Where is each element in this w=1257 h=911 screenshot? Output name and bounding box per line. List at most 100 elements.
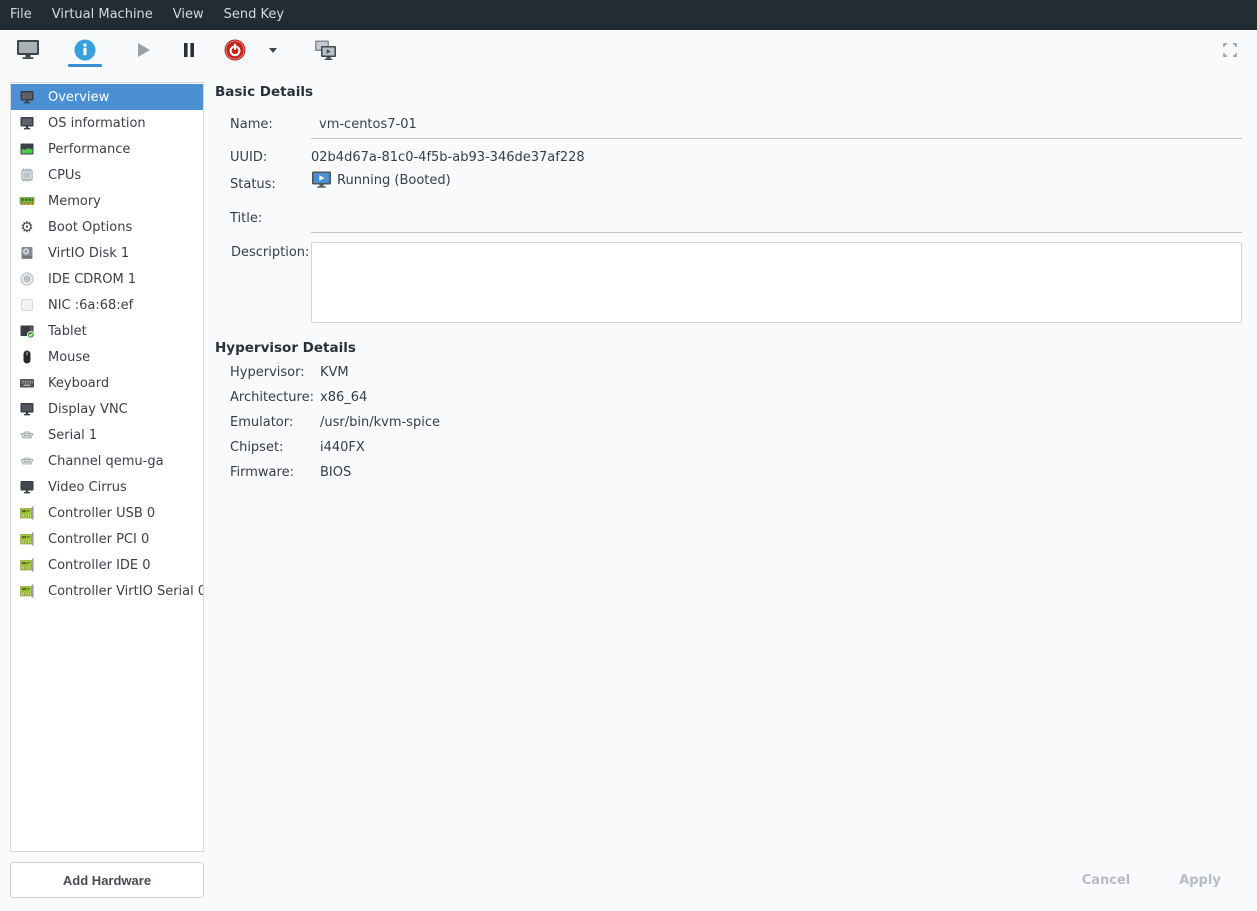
uuid-value: 02b4d67a-81c0-4f5b-ab93-346de37af228 xyxy=(311,150,585,165)
fullscreen-button[interactable] xyxy=(1215,36,1245,64)
firmware-row: Firmware: BIOS xyxy=(230,460,440,485)
hypervisor-details-rows: Hypervisor: KVM Architecture: x86_64 Emu… xyxy=(230,360,440,485)
add-hardware-button[interactable]: Add Hardware xyxy=(10,862,204,898)
sidebar-item-mouse[interactable]: Mouse xyxy=(11,344,203,370)
sidebar-item-label: Performance xyxy=(48,142,130,157)
name-input[interactable] xyxy=(311,111,1242,139)
title-input[interactable] xyxy=(311,205,1242,233)
tablet-check-icon xyxy=(19,323,35,339)
serial-port-icon xyxy=(19,453,35,469)
sidebar-item-ide-cdrom-1[interactable]: IDE CDROM 1 xyxy=(11,266,203,292)
cdrom-disc-icon xyxy=(19,271,35,287)
apply-button[interactable]: Apply xyxy=(1158,862,1242,898)
chipset-value: i440FX xyxy=(320,440,365,455)
sidebar-item-virtio-disk-1[interactable]: VirtIO Disk 1 xyxy=(11,240,203,266)
description-textarea[interactable] xyxy=(311,242,1242,323)
snapshots-button[interactable] xyxy=(308,32,344,68)
architecture-value: x86_64 xyxy=(320,390,367,405)
cpu-chip-icon xyxy=(19,167,35,183)
performance-chart-icon xyxy=(19,141,35,157)
menu-virtual-machine[interactable]: Virtual Machine xyxy=(42,0,163,30)
sidebar-item-controller-ide-0[interactable]: Controller IDE 0 xyxy=(11,552,203,578)
hardware-list: Overview OS information Performance CPUs… xyxy=(10,82,204,852)
sidebar-item-label: CPUs xyxy=(48,168,81,183)
console-button[interactable] xyxy=(10,32,46,68)
sidebar-item-label: Memory xyxy=(48,194,101,209)
controller-card-icon xyxy=(19,531,35,547)
shutdown-icon xyxy=(223,38,247,62)
sidebar-item-video-cirrus[interactable]: Video Cirrus xyxy=(11,474,203,500)
sidebar-item-serial-1[interactable]: Serial 1 xyxy=(11,422,203,448)
sidebar-item-os-information[interactable]: OS information xyxy=(11,110,203,136)
sidebar-item-tablet[interactable]: Tablet xyxy=(11,318,203,344)
sidebar-item-label: Boot Options xyxy=(48,220,132,235)
sidebar-item-channel-qemu-ga[interactable]: Channel qemu-ga xyxy=(11,448,203,474)
sidebar-item-boot-options[interactable]: ⚙ Boot Options xyxy=(11,214,203,240)
controller-card-icon xyxy=(19,557,35,573)
menu-file[interactable]: File xyxy=(10,0,42,30)
hypervisor-value: KVM xyxy=(320,365,349,380)
sidebar-item-label: Overview xyxy=(48,90,109,105)
run-button[interactable] xyxy=(125,32,161,68)
emulator-label: Emulator: xyxy=(230,415,320,430)
shutdown-button[interactable] xyxy=(217,32,253,68)
firmware-label: Firmware: xyxy=(230,465,320,480)
chipset-label: Chipset: xyxy=(230,440,320,455)
hypervisor-details-title: Hypervisor Details xyxy=(215,340,356,356)
cancel-button[interactable]: Cancel xyxy=(1064,862,1148,898)
keyboard-icon xyxy=(19,375,35,391)
hypervisor-row: Hypervisor: KVM xyxy=(230,360,440,385)
virt-manager-window: File Virtual Machine View Send Key xyxy=(0,0,1257,911)
controller-card-icon xyxy=(19,505,35,521)
sidebar-item-label: Channel qemu-ga xyxy=(48,454,164,469)
menu-view[interactable]: View xyxy=(163,0,214,30)
sidebar-item-controller-virtio-serial-0[interactable]: Controller VirtIO Serial 0 xyxy=(11,578,203,604)
basic-details-title: Basic Details xyxy=(215,84,313,100)
status-value: Running (Booted) xyxy=(337,173,451,188)
sidebar-item-overview[interactable]: Overview xyxy=(11,84,203,110)
sidebar-item-display-vnc[interactable]: Display VNC xyxy=(11,396,203,422)
sidebar-item-keyboard[interactable]: Keyboard xyxy=(11,370,203,396)
memory-ram-icon xyxy=(19,193,35,209)
monitor-icon xyxy=(19,89,35,105)
pause-icon xyxy=(177,38,201,62)
description-label: Description: xyxy=(231,245,309,260)
toolbar xyxy=(0,30,1257,70)
sidebar-item-controller-usb-0[interactable]: Controller USB 0 xyxy=(11,500,203,526)
sidebar-item-label: Controller USB 0 xyxy=(48,506,155,521)
sidebar-item-label: NIC :6a:68:ef xyxy=(48,298,133,313)
sidebar-item-cpus[interactable]: CPUs xyxy=(11,162,203,188)
sidebar-item-nic[interactable]: NIC :6a:68:ef xyxy=(11,292,203,318)
mouse-icon xyxy=(19,349,35,365)
pause-button[interactable] xyxy=(171,32,207,68)
sidebar-item-label: Controller VirtIO Serial 0 xyxy=(48,584,204,599)
running-monitor-icon xyxy=(311,171,332,189)
caret-down-icon xyxy=(266,43,280,57)
sidebar-item-label: Controller PCI 0 xyxy=(48,532,149,547)
hard-disk-icon xyxy=(19,245,35,261)
play-icon xyxy=(131,38,155,62)
sidebar-item-label: Display VNC xyxy=(48,402,128,417)
menu-send-key[interactable]: Send Key xyxy=(214,0,294,30)
emulator-row: Emulator: /usr/bin/kvm-spice xyxy=(230,410,440,435)
menubar: File Virtual Machine View Send Key xyxy=(0,0,1257,30)
sidebar-item-label: Video Cirrus xyxy=(48,480,127,495)
sidebar-item-memory[interactable]: Memory xyxy=(11,188,203,214)
sidebar-item-label: VirtIO Disk 1 xyxy=(48,246,129,261)
sidebar-item-label: Mouse xyxy=(48,350,90,365)
uuid-label: UUID: xyxy=(230,150,267,165)
name-label: Name: xyxy=(230,117,273,132)
fullscreen-icon xyxy=(1222,42,1238,58)
hypervisor-label: Hypervisor: xyxy=(230,365,320,380)
monitor-icon xyxy=(19,479,35,495)
sidebar-item-controller-pci-0[interactable]: Controller PCI 0 xyxy=(11,526,203,552)
sidebar-item-label: Tablet xyxy=(48,324,87,339)
details-button[interactable] xyxy=(67,32,103,68)
sidebar-item-performance[interactable]: Performance xyxy=(11,136,203,162)
shutdown-menu-button[interactable] xyxy=(264,32,282,68)
sidebar-item-label: Keyboard xyxy=(48,376,109,391)
chipset-row: Chipset: i440FX xyxy=(230,435,440,460)
monitor-icon xyxy=(19,115,35,131)
status-label: Status: xyxy=(230,177,276,192)
emulator-value: /usr/bin/kvm-spice xyxy=(320,415,440,430)
